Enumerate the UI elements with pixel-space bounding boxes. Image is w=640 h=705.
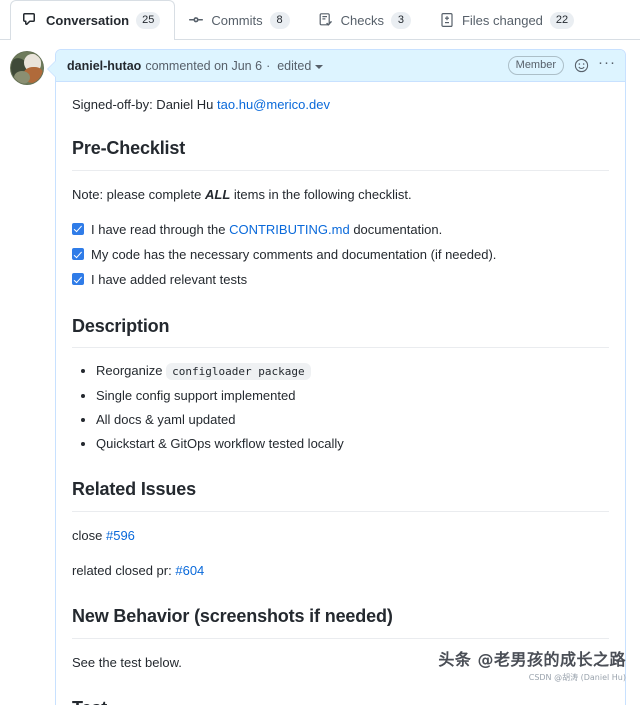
checklist-item-text: I have read through the CONTRIBUTING.md … (91, 220, 442, 240)
heading-related-issues: Related Issues (72, 476, 609, 512)
list-item: I have added relevant tests (72, 270, 609, 290)
tab-conversation-count: 25 (136, 11, 161, 29)
checkbox-checked-icon[interactable] (72, 248, 84, 261)
checkbox-checked-icon[interactable] (72, 273, 84, 286)
checklist-note-suffix: items in the following checklist. (233, 187, 412, 203)
avatar-shape-d (14, 71, 30, 84)
comment-edited-label[interactable]: edited (277, 59, 311, 73)
list-item: Reorganize configloader package (96, 361, 609, 381)
checklist-note-emphasis: ALL (204, 187, 231, 203)
heading-test: Test (72, 695, 609, 705)
tab-conversation[interactable]: Conversation 25 (10, 0, 176, 40)
related-issue-close: close #596 (72, 526, 609, 546)
checklist-item-after: documentation. (353, 222, 443, 238)
tab-checks-count: 3 (390, 11, 411, 29)
list-item: My code has the necessary comments and d… (72, 245, 609, 265)
signed-off-line: Signed-off-by: Daniel Hu tao.hu@merico.d… (72, 95, 609, 115)
pre-checklist: I have read through the CONTRIBUTING.md … (72, 220, 609, 290)
related-pr-prefix: related closed pr: (72, 563, 172, 579)
checklist-item-text: I have added relevant tests (91, 272, 248, 288)
comment-header-actions: Member ··· (507, 55, 616, 75)
comment-author[interactable]: daniel-hutao (67, 59, 141, 73)
pr-link-604[interactable]: #604 (175, 563, 204, 578)
comment-header: daniel-hutao commented on Jun 6 · edited… (56, 50, 625, 82)
timeline-comment: daniel-hutao commented on Jun 6 · edited… (10, 49, 626, 705)
list-item: Single config support implemented (96, 386, 609, 406)
signed-off-prefix: Signed-off-by: Daniel Hu (72, 97, 214, 112)
description-item-text: Reorganize (96, 363, 163, 379)
checklist-item-text: My code has the necessary comments and d… (91, 247, 497, 263)
comment-body: Signed-off-by: Daniel Hu tao.hu@merico.d… (56, 82, 625, 705)
list-item: I have read through the CONTRIBUTING.md … (72, 220, 609, 240)
inline-code-configloader: configloader package (166, 363, 311, 381)
description-list: Reorganize configloader package Single c… (72, 361, 609, 454)
tab-conversation-label: Conversation (46, 12, 130, 28)
file-diff-icon (439, 12, 455, 28)
status-badge-member[interactable]: Member (507, 56, 564, 75)
tab-files-changed-label: Files changed (461, 12, 543, 28)
list-item: Quickstart & GitOps workflow tested loca… (96, 434, 609, 454)
comment-caret-inner (48, 61, 56, 77)
list-item: All docs & yaml updated (96, 410, 609, 430)
tab-commits-label: Commits (211, 12, 263, 28)
comment-separator: · (266, 58, 271, 73)
heading-pre-checklist: Pre-Checklist (72, 135, 609, 172)
pull-request-page: Conversation 25 Commits 8 Checks 3 Files… (0, 0, 640, 705)
tab-commits-count: 8 (269, 11, 290, 29)
checklist-item-before: I have read through the (91, 222, 226, 238)
pr-tabnav: Conversation 25 Commits 8 Checks 3 Files… (0, 0, 640, 40)
signed-off-email-link[interactable]: tao.hu@merico.dev (217, 97, 330, 112)
issue-link-596[interactable]: #596 (106, 528, 135, 543)
kebab-horizontal-icon[interactable]: ··· (598, 55, 616, 73)
avatar[interactable] (10, 51, 44, 85)
checklist-note: Note: please complete ALL items in the f… (72, 185, 609, 205)
checklist-check-icon (318, 12, 334, 28)
tab-files-changed-count: 22 (549, 11, 575, 29)
heading-new-behavior: New Behavior (screenshots if needed) (72, 603, 609, 640)
comment-box: daniel-hutao commented on Jun 6 · edited… (47, 49, 626, 705)
git-commit-icon (188, 12, 204, 28)
checklist-note-prefix: Note: please complete (72, 187, 202, 203)
related-close-prefix: close (72, 527, 103, 543)
comment-timestamp: commented on Jun 6 (145, 58, 263, 73)
tab-checks-label: Checks (340, 12, 384, 28)
heading-description: Description (72, 313, 609, 349)
tab-files-changed[interactable]: Files changed 22 (426, 0, 589, 39)
tab-checks[interactable]: Checks 3 (305, 0, 426, 39)
comment-discussion-icon (23, 12, 39, 28)
contributing-md-link[interactable]: CONTRIBUTING.md (229, 222, 350, 237)
chevron-down-icon[interactable] (315, 64, 324, 69)
related-issue-pr: related closed pr: #604 (72, 561, 609, 581)
smiley-icon[interactable] (573, 58, 589, 74)
new-behavior-text: See the test below. (72, 655, 182, 671)
checkbox-checked-icon[interactable] (72, 223, 84, 236)
tab-commits[interactable]: Commits 8 (175, 0, 304, 39)
